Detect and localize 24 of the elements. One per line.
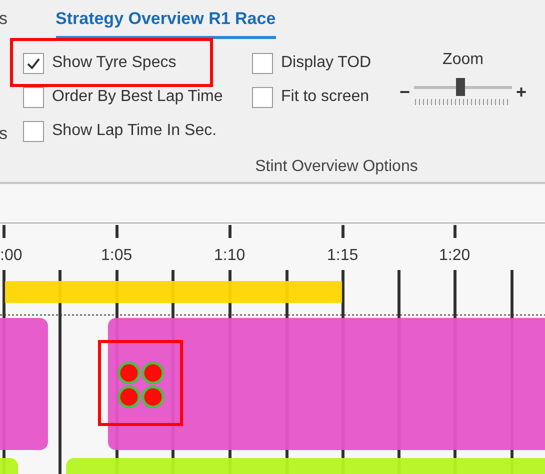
time-label: 1:20 (439, 246, 470, 266)
option-label: Show Lap Time In Sec. (52, 121, 217, 141)
time-label: 1:15 (327, 246, 358, 266)
checkbox[interactable] (23, 86, 44, 108)
checkbox[interactable] (252, 52, 273, 74)
checkbox[interactable] (23, 52, 44, 74)
option-label: Fit to screen (281, 87, 370, 107)
time-label: 1:10 (214, 246, 246, 266)
zoom-in-button[interactable]: + (516, 82, 527, 100)
time-label: :00 (0, 246, 22, 266)
option-label: Show Tyre Specs (52, 53, 176, 73)
tab[interactable]: Strategy Overview R1 Race (56, 6, 276, 38)
zoom-slider[interactable] (414, 78, 512, 96)
tyre-icons-drawing (117, 361, 165, 409)
option-label: Order By Best Lap Time (52, 87, 223, 107)
time-label: 1:05 (101, 246, 132, 266)
checkbox[interactable] (252, 86, 273, 108)
zoom-label: Zoom (442, 50, 484, 70)
check-icon (27, 58, 40, 68)
checkbox[interactable] (23, 120, 44, 142)
group-label: Stint Overview Options (255, 157, 418, 177)
option-label: Display TOD (281, 53, 372, 73)
slider-thumb[interactable] (456, 78, 466, 96)
zoom-out-button[interactable]: − (399, 82, 410, 100)
